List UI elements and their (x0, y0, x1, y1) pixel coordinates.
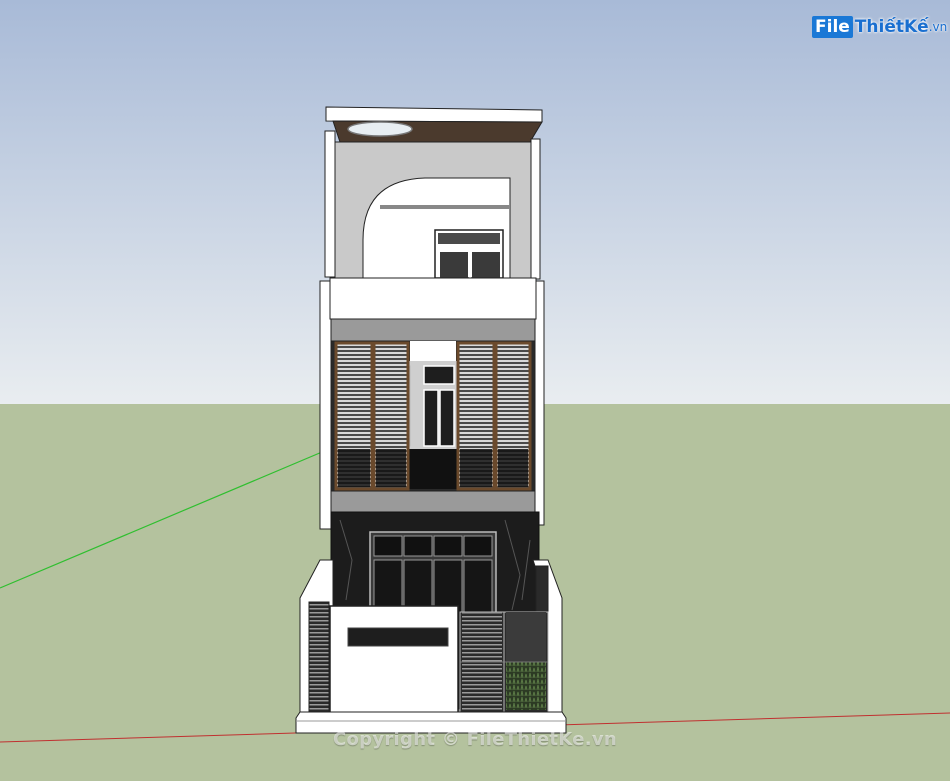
gate-grille (459, 611, 549, 713)
louver-shutters-left (334, 341, 410, 491)
gate-slot (347, 627, 449, 647)
balcony-wall (329, 277, 537, 320)
copyright-watermark: Copyright © FileThietKe.vn (332, 729, 618, 750)
ground-floor (295, 511, 567, 734)
top-floor (324, 106, 543, 280)
logo-box: File (812, 16, 853, 38)
logo-text: ThiếtKế (854, 17, 929, 37)
watermark-logo: File ThiếtKế .vn (812, 12, 947, 42)
gate-panel (329, 605, 459, 715)
house-model-render (0, 0, 950, 781)
logo-suffix: .vn (928, 20, 948, 34)
louver-shutters-right (456, 341, 532, 491)
roof-skylight (347, 121, 413, 137)
middle-floor (319, 277, 545, 530)
